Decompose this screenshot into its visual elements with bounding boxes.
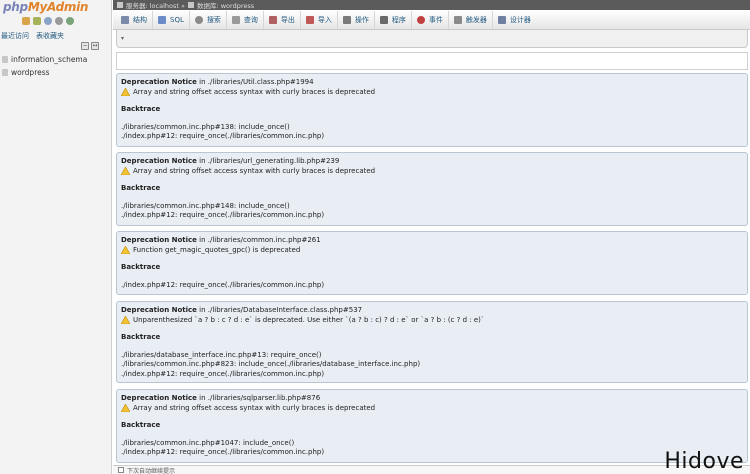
breadcrumb: 服务器: localhost » 数据库: wordpress [113,0,750,10]
tab-recent[interactable]: 最近访问 [0,31,30,41]
breadcrumb-db[interactable]: 数据库: wordpress [197,0,254,10]
warning-icon [121,404,130,413]
export-icon [268,15,277,24]
deprecation-notice: Deprecation Notice in ./libraries/common… [116,231,748,295]
triggers-icon [453,15,462,24]
routines-icon [379,15,388,24]
import-icon [305,15,314,24]
settings-icon[interactable] [55,17,63,25]
watermark: Hidove [664,449,744,474]
search-icon [194,15,203,24]
bottom-bar: 下次自动继续提示 [113,465,750,474]
deprecation-notice: Deprecation Notice in ./libraries/Util.c… [116,73,748,147]
tab-structure[interactable]: 结构 [116,10,153,29]
tab-query[interactable]: 查询 [227,10,264,29]
logout-icon[interactable] [33,17,41,25]
designer-icon [497,15,506,24]
reload-icon[interactable] [66,17,74,25]
menu-dropdown-panel: ▾ [116,30,748,48]
content-strip [116,52,748,70]
server-icon [117,2,123,8]
deprecation-notice: Deprecation Notice in ./libraries/url_ge… [116,152,748,226]
nav-tabs: 最近访问 表收藏夹 [0,31,65,41]
tab-routines[interactable]: 程序 [375,10,412,29]
warning-icon [121,316,130,325]
structure-icon [121,15,129,24]
deprecation-notice: Deprecation Notice in ./libraries/sqlpar… [116,389,748,463]
database-icon [2,69,8,76]
collapse-all-icon[interactable]: − [81,42,89,50]
tab-favorites[interactable]: 表收藏夹 [35,31,65,41]
tab-events[interactable]: 事件 [412,10,449,29]
link-icon[interactable]: ↔ [91,42,99,50]
tab-sql[interactable]: SQL [153,10,190,29]
main-menu: 结构 SQL 搜索 查询 导出 导入 操作 程序 事件 触发器 设计器 [113,10,750,30]
quick-links [22,17,74,25]
tab-import[interactable]: 导入 [301,10,338,29]
docs-icon[interactable] [44,17,52,25]
query-icon [231,15,240,24]
tab-triggers[interactable]: 触发器 [449,10,493,29]
database-icon [187,2,194,8]
tab-search[interactable]: 搜索 [190,10,227,29]
database-icon [2,56,8,63]
warning-icon [121,246,130,255]
warning-icon [121,88,130,97]
tab-export[interactable]: 导出 [264,10,301,29]
clock-icon [416,15,425,24]
tree-controls: − ↔ [81,42,99,50]
warning-icon [121,167,130,176]
tab-designer[interactable]: 设计器 [493,11,536,29]
chevron-down-icon[interactable]: ▾ [121,35,124,42]
db-item-information-schema[interactable]: information_schema [2,55,87,64]
db-item-wordpress[interactable]: wordpress [2,68,50,77]
tab-operations[interactable]: 操作 [338,10,375,29]
sql-icon [158,15,166,24]
wrench-icon [342,15,351,24]
auto-continue-label: 下次自动继续提示 [127,467,176,474]
breadcrumb-server[interactable]: 服务器: localhost » [126,0,185,10]
deprecation-notice: Deprecation Notice in ./libraries/Databa… [116,301,748,383]
auto-continue-checkbox[interactable] [118,467,124,473]
phpmyadmin-logo[interactable]: phpMyAdmin [3,0,88,14]
home-icon[interactable] [22,17,30,25]
navigation-panel: phpMyAdmin 最近访问 表收藏夹 − ↔ information_sch… [0,0,112,474]
